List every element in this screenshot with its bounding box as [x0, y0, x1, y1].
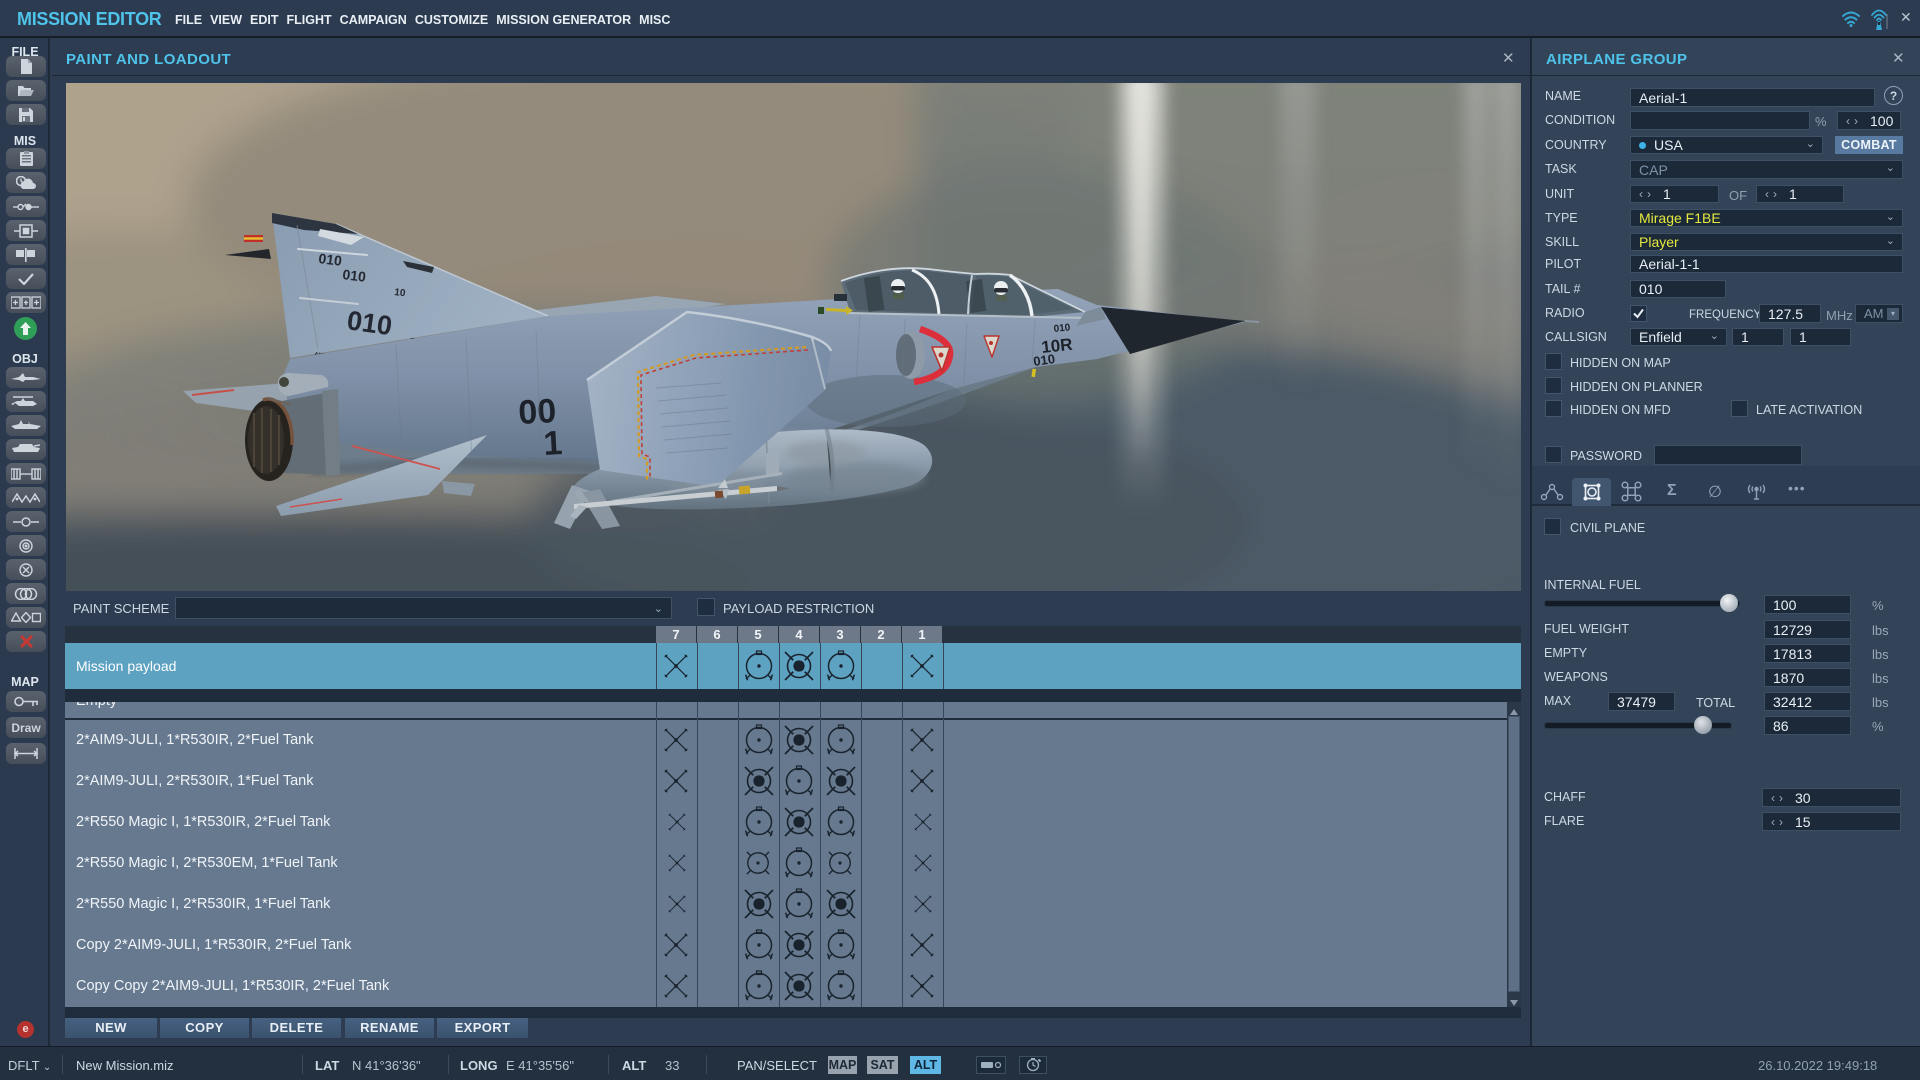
svg-text:10: 10	[394, 287, 407, 299]
svg-text:010: 010	[1053, 322, 1071, 335]
svg-text:010: 010	[318, 250, 343, 269]
svg-text:010: 010	[345, 305, 394, 341]
svg-text:010: 010	[1032, 351, 1056, 369]
svg-text:010: 010	[342, 266, 367, 285]
svg-text:1: 1	[542, 424, 563, 463]
